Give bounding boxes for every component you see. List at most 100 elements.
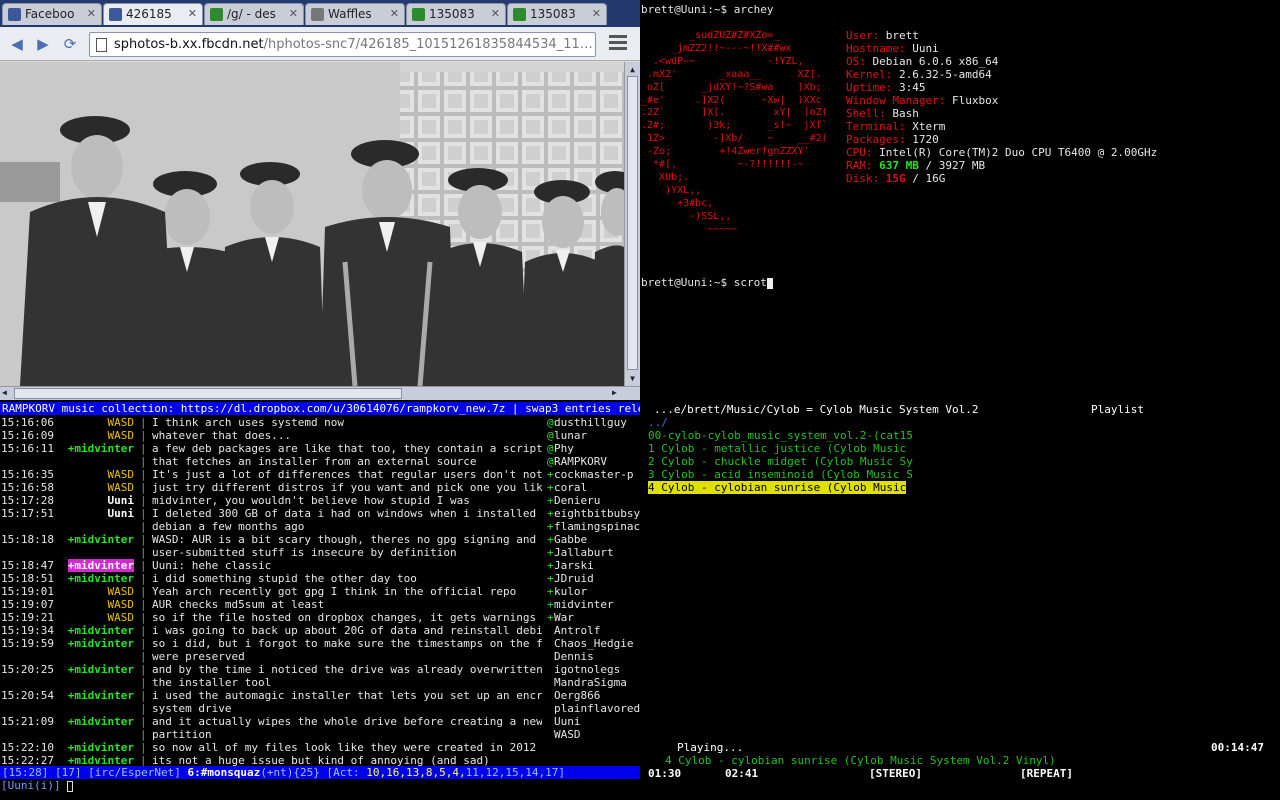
menu-icon[interactable] (609, 35, 627, 53)
nick-list-item[interactable]: +kulor (547, 585, 587, 598)
forward-icon[interactable]: ▶ (33, 34, 53, 54)
nick-mode-prefix: + (547, 533, 554, 546)
message-text: whatever that does... (152, 429, 292, 442)
playlist-item[interactable]: 00-cylob-cylob_music_system_vol.2-(cat15 (648, 429, 913, 442)
total-time: 00:14:47 (1211, 741, 1264, 754)
tab-5[interactable]: 135083 ✕ (507, 3, 607, 25)
horizontal-scroll-thumb[interactable] (14, 388, 402, 399)
nick-name: Antrolf (554, 624, 601, 637)
info-value: Fluxbox (951, 94, 999, 107)
irc-line: 15:20:25 +midvinter | and by the time i not… (0, 663, 545, 676)
scroll-right-icon[interactable]: ▶ (612, 388, 622, 398)
nick-separator: | (140, 663, 147, 676)
nick-list-item[interactable]: +Gabbe (547, 533, 587, 546)
irc-line: 15:16:06 WASD | I think arch uses systemd n… (0, 416, 545, 429)
system-info-row: Window Manager: Fluxbox (846, 94, 998, 107)
tab-close-icon[interactable]: ✕ (87, 7, 96, 20)
scroll-up-icon[interactable]: ▲ (627, 64, 638, 75)
tab-close-icon[interactable]: ✕ (188, 7, 197, 20)
scroll-left-icon[interactable]: ◀ (2, 388, 12, 398)
nick-list-item[interactable]: Oerg866 (547, 689, 600, 702)
irc-line: 15:16:11 +midvinter | a few deb packages ar… (0, 442, 545, 455)
message-nick: +midvinter (67, 624, 134, 637)
horizontal-scrollbar[interactable]: ◀ ▶ (0, 386, 640, 400)
message-text: partition (152, 728, 212, 741)
nick-list-item[interactable]: Antrolf (547, 624, 600, 637)
nick-separator: | (140, 715, 147, 728)
irc-line: 15:21:09 +midvinter | and it actually wipes… (0, 715, 545, 728)
message-text: so if the file hosted on dropbox changes… (152, 611, 537, 624)
tab-1[interactable]: 426185 ✕ (103, 3, 203, 25)
nick-list-item[interactable]: +Jallaburt (547, 546, 614, 559)
tab-label: Waffles (328, 7, 372, 21)
shell-prompt-archey: brett@Uuni:~$ archey (641, 3, 774, 16)
nick-list-item[interactable]: igotnolegs (547, 663, 620, 676)
nick-separator: | (140, 637, 147, 650)
nick-separator: | (140, 611, 147, 624)
nick-list-item[interactable]: plainflavored (547, 702, 640, 715)
nick-separator: | (140, 520, 147, 533)
nick-list-item[interactable]: MandraSigma (547, 676, 627, 689)
message-nick: +midvinter (67, 741, 134, 754)
status-activity-rest: 11,12,15,14,17] (465, 766, 565, 779)
nick-name: Jallaburt (554, 546, 614, 559)
nick-list-item[interactable]: @lunar (547, 429, 587, 442)
irc-line: 15:16:35 WASD | It's just a lot of differen… (0, 468, 545, 481)
tab-0[interactable]: Faceboo ✕ (2, 3, 102, 25)
tab-close-icon[interactable]: ✕ (592, 7, 601, 20)
address-bar[interactable]: sphotos-b.xx.fbcdn.net/hphotos-snc7/4261… (89, 32, 596, 57)
nick-list-item[interactable]: Uuni (547, 715, 581, 728)
nick-list-item[interactable]: @dusthillguy (547, 416, 627, 429)
tab-close-icon[interactable]: ✕ (289, 7, 298, 20)
nick-list-item[interactable]: WASD (547, 728, 581, 741)
message-nick: WASD (107, 416, 135, 429)
debian-ascii-logo: _sudZUZ#Z#XZo=_ _jmZZ2!!~---~!!X##wx .<w… (641, 30, 828, 235)
nick-list-item[interactable]: Dennis (547, 650, 594, 663)
playlist-item[interactable]: 2 Cylob - chuckle midget (Cylob Music Sy (648, 455, 913, 468)
back-icon[interactable]: ◀ (7, 34, 27, 54)
nick-list-item[interactable]: +midvinter (547, 598, 614, 611)
vertical-scrollbar[interactable]: ▲ ▼ (624, 62, 640, 386)
vertical-scroll-thumb[interactable] (627, 76, 638, 370)
status-window: [17] (54, 766, 82, 779)
nick-mode-prefix: @ (547, 429, 554, 442)
nick-list-item[interactable]: +coral (547, 481, 587, 494)
browser-toolbar: ◀ ▶ ⟳ sphotos-b.xx.fbcdn.net/hphotos-snc… (0, 27, 640, 61)
reload-icon[interactable]: ⟳ (60, 34, 80, 54)
nick-list-item[interactable]: @Phy (547, 442, 574, 455)
tab-2[interactable]: /g/ - des ✕ (204, 3, 304, 25)
nick-separator: | (140, 754, 147, 766)
info-value: 1720 (912, 133, 939, 146)
info-key: Terminal: (846, 120, 906, 133)
nick-list-item[interactable]: +eightbitbubsy (547, 507, 640, 520)
nick-list-item[interactable]: +cockmaster-p (547, 468, 633, 481)
nick-list-item[interactable]: +War (547, 611, 574, 624)
nick-list-item[interactable]: +Denieru (547, 494, 600, 507)
playlist-item[interactable]: 1 Cylob - metallic justice (Cylob Music (648, 442, 906, 455)
nick-list-item[interactable]: +Jarski (547, 559, 594, 572)
nick-name: Dennis (554, 650, 594, 663)
parent-directory[interactable]: ../ (648, 416, 668, 429)
irc-line: 15:19:01 WASD | Yeah arch recently got gpg … (0, 585, 545, 598)
tab-3[interactable]: Waffles ✕ (305, 3, 405, 25)
irc-input-line[interactable]: [Uuni(i)] (0, 779, 640, 793)
message-nick: +midvinter (67, 559, 134, 572)
irc-line: | debian a few months ago (0, 520, 545, 533)
tab-close-icon[interactable]: ✕ (390, 7, 399, 20)
message-nick: WASD (107, 468, 135, 481)
nick-list-item[interactable]: +flamingspinach (547, 520, 640, 533)
nick-list-item[interactable]: @RAMPKORV (547, 455, 607, 468)
playlist-item[interactable]: 4 Cylob - cylobian sunrise (Cylob Music (648, 481, 907, 494)
scroll-down-icon[interactable]: ▼ (627, 373, 638, 384)
nick-list-item[interactable]: Chaos_Hedgie (547, 637, 633, 650)
tab-close-icon[interactable]: ✕ (491, 7, 500, 20)
nick-name: Oerg866 (554, 689, 601, 702)
nick-list-item[interactable]: +JDruid (547, 572, 594, 585)
stereo-flag: [STEREO] (869, 767, 922, 780)
tab-4[interactable]: 135083 ✕ (406, 3, 506, 25)
group-photo (0, 62, 624, 386)
playlist-item[interactable]: 3 Cylob - acid inseminoid (Cylob Music S (648, 468, 913, 481)
nick-list: @dusthillguy @lunar @Phy @RAMPKORV +cockmast… (545, 416, 640, 766)
ram-key: RAM: (846, 159, 873, 172)
message-text: midvinter, you wouldn't believe how stup… (152, 494, 470, 507)
